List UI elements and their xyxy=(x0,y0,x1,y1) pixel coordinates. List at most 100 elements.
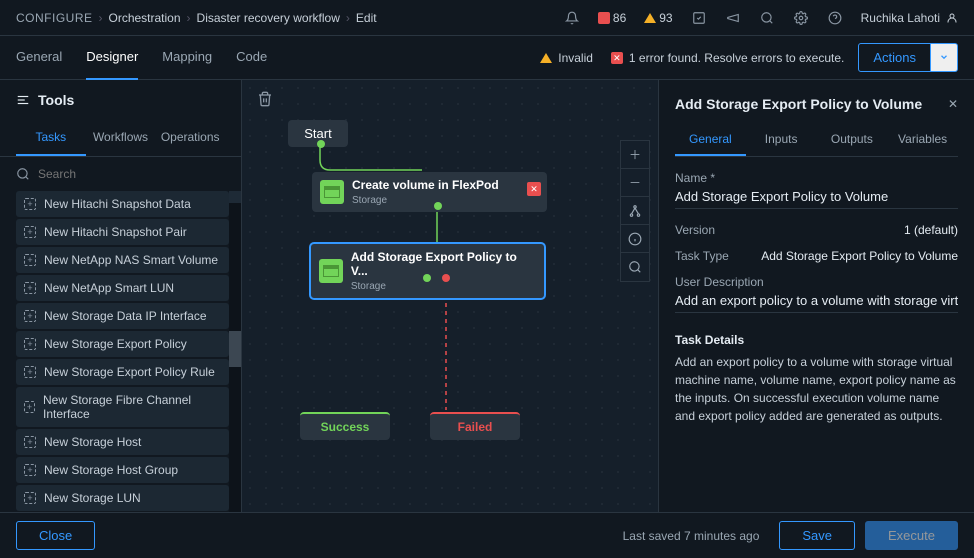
scroll-up[interactable] xyxy=(229,191,241,203)
task-item[interactable]: + New Storage Fibre Channel Interface xyxy=(16,387,229,427)
announce-icon[interactable] xyxy=(725,10,741,26)
tab-general[interactable]: General xyxy=(16,35,62,80)
topbar-icons: 86 93 Ruchika Lahoti xyxy=(564,10,958,26)
alert-area: Invalid ✕1 error found. Resolve errors t… xyxy=(540,51,844,65)
task-label: New Storage Host xyxy=(44,435,141,449)
search-canvas[interactable] xyxy=(621,253,649,281)
alert-yellow-badge[interactable]: 93 xyxy=(644,11,672,25)
node-create-volume[interactable]: Create volume in FlexPodStorage ✕ xyxy=(312,172,547,212)
topbar: CONFIGURE › Orchestration › Disaster rec… xyxy=(0,0,974,36)
search-input[interactable] xyxy=(38,167,225,181)
trash-icon[interactable] xyxy=(254,88,276,110)
tasktype-value: Add Storage Export Policy to Volume xyxy=(761,249,958,263)
user-menu[interactable]: Ruchika Lahoti xyxy=(861,11,958,25)
sidetab-general[interactable]: General xyxy=(675,124,746,156)
task-item[interactable]: +New Storage LUN xyxy=(16,485,229,511)
tooltab-tasks[interactable]: Tasks xyxy=(16,120,86,156)
task-label: New Hitachi Snapshot Data xyxy=(44,197,191,211)
name-label: Name * xyxy=(675,171,958,185)
desc-input[interactable]: Add an export policy to a volume with st… xyxy=(675,293,958,313)
storage-icon xyxy=(319,259,343,283)
task-item[interactable]: +New Hitachi Snapshot Pair xyxy=(16,219,229,245)
task-label: New Storage Export Policy Rule xyxy=(44,365,215,379)
tooltab-workflows[interactable]: Workflows xyxy=(86,120,156,156)
task-item[interactable]: +New Storage Data IP Interface xyxy=(16,303,229,329)
task-item[interactable]: + New Storage Host xyxy=(16,429,229,455)
node-failed[interactable]: Failed xyxy=(430,412,520,440)
task-label: New Storage Fibre Channel Interface xyxy=(43,393,221,421)
tooltab-operations[interactable]: Operations xyxy=(155,120,225,156)
actions-button[interactable]: Actions xyxy=(858,43,931,72)
sidetab-variables[interactable]: Variables xyxy=(887,124,958,156)
add-icon: + xyxy=(24,401,35,413)
tab-code[interactable]: Code xyxy=(236,35,267,80)
task-item[interactable]: + New NetApp NAS Smart Volume xyxy=(16,247,229,273)
actions-dropdown[interactable] xyxy=(931,43,958,72)
task-label: New Storage Export Policy xyxy=(44,337,187,351)
task-item[interactable]: + New Storage Export Policy Rule xyxy=(16,359,229,385)
bell-icon[interactable] xyxy=(564,10,580,26)
add-icon: + xyxy=(24,254,36,266)
side-title: Add Storage Export Policy to Volume xyxy=(675,96,922,112)
storage-icon xyxy=(320,180,344,204)
task-label: New Hitachi Snapshot Pair xyxy=(44,225,187,239)
save-button[interactable]: Save xyxy=(779,521,855,550)
task-label: New NetApp NAS Smart Volume xyxy=(44,253,218,267)
tools-panel: Tools Tasks Workflows Operations +New Hi… xyxy=(0,80,242,512)
scroll-thumb[interactable] xyxy=(229,331,241,367)
zoom-in[interactable]: ＋ xyxy=(621,141,649,169)
task-label: New Storage Host Group xyxy=(44,463,178,477)
breadcrumb: CONFIGURE › Orchestration › Disaster rec… xyxy=(16,11,564,25)
designer-canvas[interactable]: Start Create volume in FlexPodStorage ✕ … xyxy=(242,80,658,512)
task-item[interactable]: + New Hitachi Snapshot Data xyxy=(16,191,229,217)
task-item[interactable]: +New Storage Export Policy xyxy=(16,331,229,357)
bc-orchestration[interactable]: Orchestration xyxy=(109,11,181,25)
fit-view[interactable] xyxy=(621,197,649,225)
add-icon: + xyxy=(24,464,36,476)
task-list: +New Hitachi Snapshot Data+New Hitachi S… xyxy=(0,191,241,512)
details-header: Task Details xyxy=(675,333,958,347)
search-icon[interactable] xyxy=(759,10,775,26)
add-icon: + xyxy=(24,436,36,448)
sidetab-inputs[interactable]: Inputs xyxy=(746,124,817,156)
connector-dot[interactable] xyxy=(434,202,442,210)
alert-error: ✕1 error found. Resolve errors to execut… xyxy=(611,51,844,65)
node-error-badge[interactable]: ✕ xyxy=(527,182,541,196)
tab-mapping[interactable]: Mapping xyxy=(162,35,212,80)
node-success[interactable]: Success xyxy=(300,412,390,440)
tools-search xyxy=(0,157,241,191)
desc-label: User Description xyxy=(675,275,958,289)
add-icon: + xyxy=(24,282,36,294)
alert-red-badge[interactable]: 86 xyxy=(598,11,626,25)
panel-icon[interactable] xyxy=(16,93,30,107)
main-layout: Tools Tasks Workflows Operations +New Hi… xyxy=(0,80,974,512)
add-icon: + xyxy=(24,198,36,210)
connector-dot[interactable] xyxy=(317,140,325,148)
help-icon[interactable] xyxy=(827,10,843,26)
close-button[interactable]: Close xyxy=(16,521,95,550)
connector-fail-dot[interactable] xyxy=(442,274,450,282)
gear-icon[interactable] xyxy=(793,10,809,26)
chevron-down-icon xyxy=(939,52,949,62)
bc-edit[interactable]: Edit xyxy=(356,11,377,25)
close-icon[interactable]: ✕ xyxy=(948,97,958,111)
task-icon[interactable] xyxy=(691,10,707,26)
sidetab-outputs[interactable]: Outputs xyxy=(817,124,888,156)
add-icon: + xyxy=(24,366,36,378)
bc-workflow[interactable]: Disaster recovery workflow xyxy=(197,11,340,25)
name-input[interactable]: Add Storage Export Policy to Volume xyxy=(675,189,958,209)
execute-button[interactable]: Execute xyxy=(865,521,958,550)
node-add-storage-export[interactable]: Add Storage Export Policy to V...Storage xyxy=(310,243,545,299)
tools-header: Tools xyxy=(0,80,241,120)
task-item[interactable]: + New Storage Host Group xyxy=(16,457,229,483)
connector-success-dot[interactable] xyxy=(423,274,431,282)
bc-configure[interactable]: CONFIGURE xyxy=(16,11,93,25)
alert-invalid: Invalid xyxy=(540,51,593,65)
last-saved: Last saved 7 minutes ago xyxy=(623,529,760,543)
scrollbar[interactable] xyxy=(229,191,241,512)
version-label: Version xyxy=(675,223,715,237)
zoom-out[interactable]: － xyxy=(621,169,649,197)
task-item[interactable]: +New NetApp Smart LUN xyxy=(16,275,229,301)
help-canvas[interactable] xyxy=(621,225,649,253)
tab-designer[interactable]: Designer xyxy=(86,35,138,80)
